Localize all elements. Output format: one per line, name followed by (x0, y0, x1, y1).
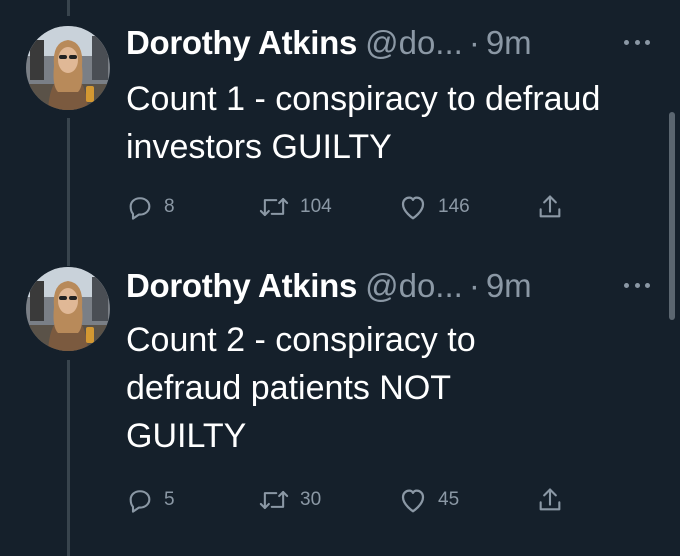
retweet-button[interactable]: 104 (258, 187, 332, 227)
like-icon (398, 193, 428, 221)
reply-button[interactable]: 5 (126, 480, 175, 520)
avatar[interactable] (26, 267, 110, 351)
tweet[interactable]: Dorothy Atkins @do... · 9m Count 1 - con… (0, 0, 680, 260)
author-handle[interactable]: @do... (365, 24, 463, 62)
reply-count: 8 (164, 196, 175, 217)
more-icon[interactable] (624, 37, 650, 47)
like-count: 146 (438, 196, 470, 217)
action-bar: 5 30 45 (126, 480, 586, 520)
retweet-count: 104 (300, 196, 332, 217)
author-handle[interactable]: @do... (365, 267, 463, 305)
reply-icon (126, 193, 154, 221)
reply-icon (126, 486, 154, 514)
share-button[interactable] (536, 480, 564, 520)
tweet-text: Count 2 - conspiracy to defraud patients… (126, 321, 476, 455)
retweet-icon (258, 486, 290, 514)
reply-count: 5 (164, 489, 175, 510)
like-button[interactable]: 146 (398, 187, 470, 227)
like-button[interactable]: 45 (398, 480, 459, 520)
action-bar: 8 104 146 (126, 187, 586, 227)
like-icon (398, 486, 428, 514)
retweet-count: 30 (300, 489, 322, 510)
author-name[interactable]: Dorothy Atkins (126, 24, 357, 62)
like-count: 45 (438, 489, 460, 510)
author-name[interactable]: Dorothy Atkins (126, 267, 357, 305)
timestamp[interactable]: 9m (486, 267, 532, 305)
separator-dot: · (468, 24, 480, 61)
avatar[interactable] (26, 26, 110, 110)
retweet-button[interactable]: 30 (258, 480, 321, 520)
timestamp[interactable]: 9m (486, 24, 532, 62)
more-icon[interactable] (624, 280, 650, 290)
tweet[interactable]: Dorothy Atkins @do... · 9m Count 2 - con… (0, 245, 680, 556)
reply-button[interactable]: 8 (126, 187, 175, 227)
separator-dot: · (468, 267, 480, 304)
retweet-icon (258, 193, 290, 221)
share-button[interactable] (536, 187, 564, 227)
share-icon (536, 486, 564, 514)
tweet-text: Count 1 - conspiracy to defraud investor… (126, 80, 601, 166)
share-icon (536, 193, 564, 221)
